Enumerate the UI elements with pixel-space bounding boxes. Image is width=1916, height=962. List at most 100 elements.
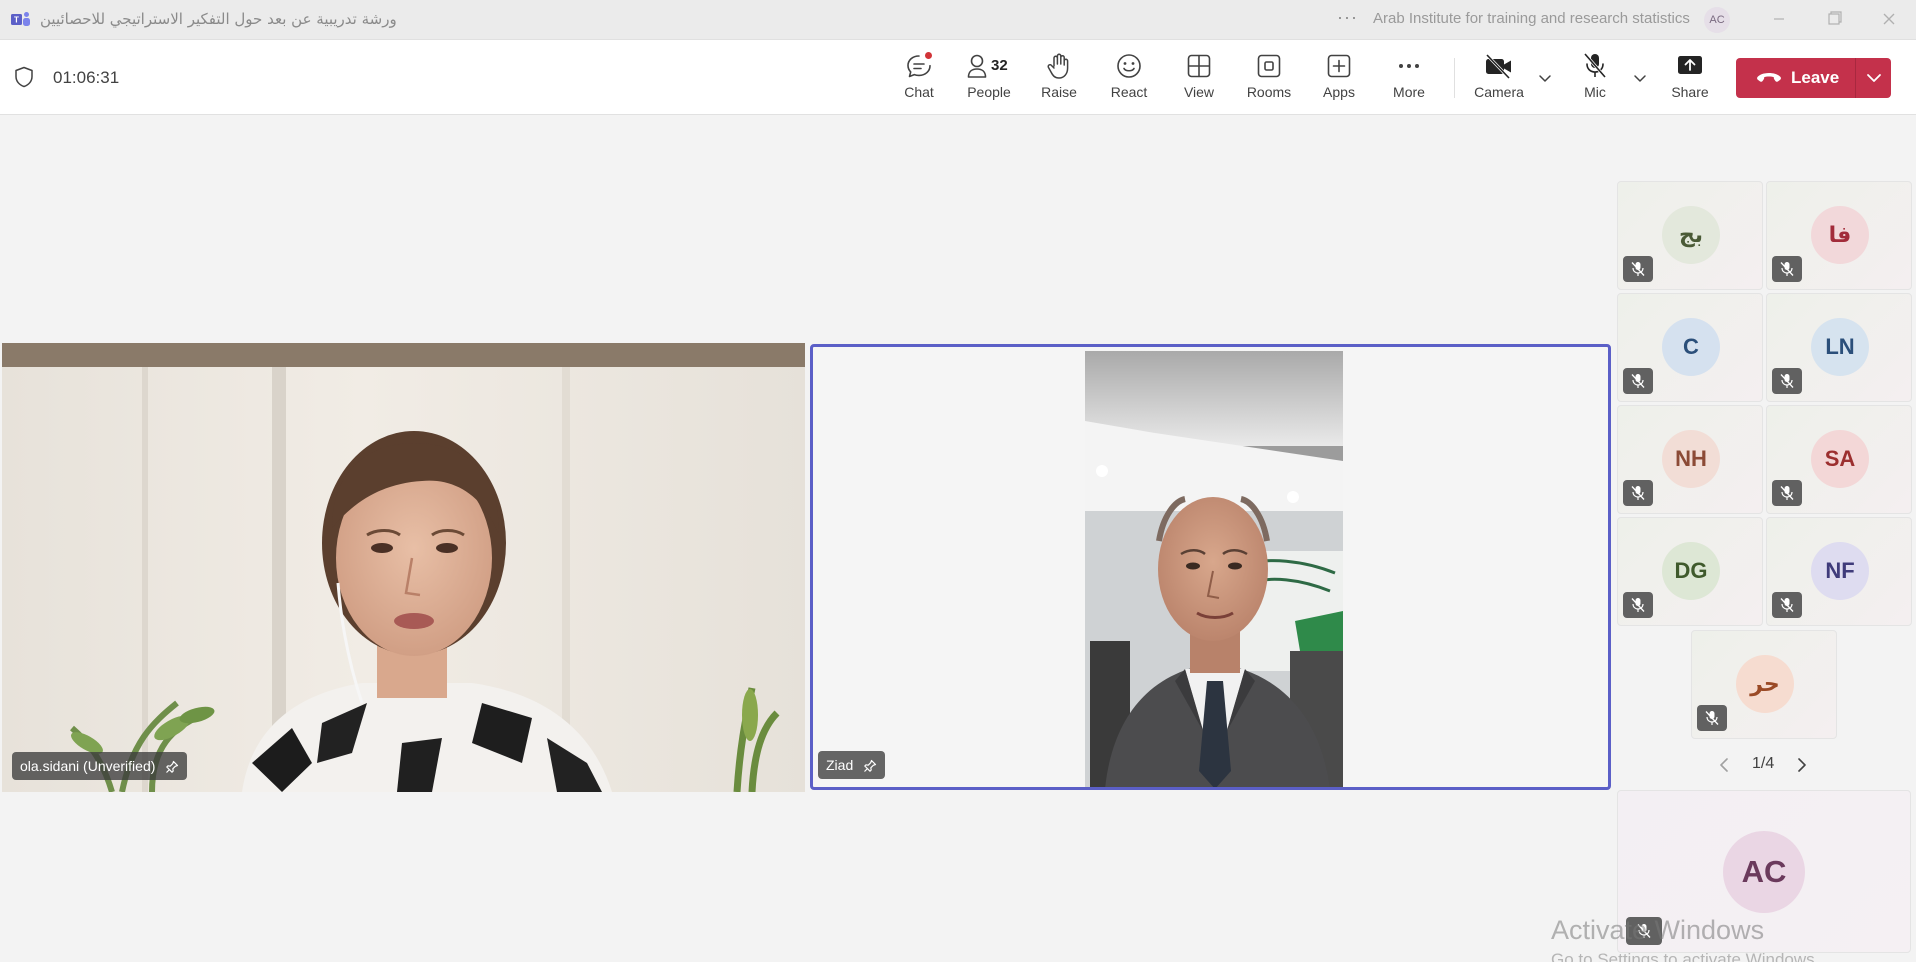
raise-hand-button[interactable]: Raise (1028, 52, 1090, 108)
people-button[interactable]: 32 People (958, 52, 1020, 108)
video-tile-ola[interactable]: ola.sidani (Unverified) (2, 343, 805, 792)
participant-tile[interactable]: NF (1766, 517, 1912, 626)
mic-button[interactable]: Mic (1564, 52, 1626, 108)
minimize-button[interactable] (1764, 6, 1794, 32)
raise-label: Raise (1041, 84, 1077, 100)
video-tile-ziad-active-speaker[interactable]: Ziad (810, 344, 1611, 790)
participant-avatar: DG (1662, 542, 1720, 600)
mic-off-icon (1583, 53, 1607, 78)
mic-off-icon (1780, 598, 1794, 612)
participant-tile[interactable]: NH (1617, 405, 1763, 514)
leave-label: Leave (1791, 68, 1840, 87)
toolbar-divider (1454, 58, 1455, 98)
apps-label: Apps (1323, 84, 1355, 100)
leave-call-button[interactable]: Leave (1736, 58, 1855, 98)
breakout-rooms-icon (1257, 54, 1281, 78)
participant-avatar: C (1662, 318, 1720, 376)
participant-tile[interactable]: بج (1617, 181, 1763, 290)
rooms-label: Rooms (1246, 84, 1292, 100)
chevron-down-icon (1867, 74, 1881, 82)
view-button[interactable]: View (1168, 52, 1230, 108)
next-page-chevron-icon[interactable] (1792, 756, 1810, 774)
leave-button[interactable]: Leave (1736, 58, 1891, 98)
share-label: Share (1671, 84, 1709, 100)
camera-label: Camera (1474, 84, 1524, 100)
page-indicator: 1/4 (1752, 755, 1775, 772)
participant-tile[interactable]: LN (1766, 293, 1912, 402)
participant-avatar: LN (1811, 318, 1869, 376)
people-count: 32 (991, 57, 1008, 74)
leave-options-button[interactable] (1856, 58, 1891, 98)
share-screen-icon (1678, 56, 1702, 74)
people-label: People (967, 84, 1011, 100)
participant-avatar: بج (1662, 206, 1720, 264)
teams-logo-icon: T (11, 12, 30, 26)
react-label: React (1110, 84, 1148, 100)
pin-icon[interactable] (863, 759, 877, 773)
participant-name: ola.sidani (Unverified) (20, 758, 156, 774)
muted-badge (1772, 592, 1802, 618)
rooms-button[interactable]: Rooms (1238, 52, 1300, 108)
user-avatar[interactable]: AC (1704, 7, 1730, 33)
muted-badge (1772, 480, 1802, 506)
close-window-button[interactable] (1874, 6, 1904, 32)
participant-tile[interactable]: C (1617, 293, 1763, 402)
maximize-icon (1828, 11, 1842, 25)
chat-button[interactable]: Chat (888, 51, 950, 108)
apps-button[interactable]: Apps (1308, 52, 1370, 108)
share-button[interactable]: Share (1659, 52, 1721, 108)
muted-badge (1697, 705, 1727, 731)
more-options-icon[interactable]: ··· (1337, 7, 1358, 28)
meeting-title: ورشة تدريبية عن بعد حول التفكير الاسترات… (40, 10, 397, 28)
chat-label: Chat (904, 84, 934, 100)
camera-button[interactable]: Camera (1468, 52, 1530, 108)
gallery-pager: 1/4 (1716, 753, 1811, 777)
activate-windows-subtext: Go to Settings to activate Windows. (1551, 950, 1820, 962)
mic-off-icon (1631, 374, 1645, 388)
participant-avatar: NF (1811, 542, 1869, 600)
mic-off-icon (1631, 598, 1645, 612)
mic-off-icon (1631, 262, 1645, 276)
participant-avatar: فا (1811, 206, 1869, 264)
muted-badge (1623, 368, 1653, 394)
participant-avatar: حر (1736, 655, 1794, 713)
meeting-toolbar: 01:06:31 Chat 32 People Raise React View… (0, 40, 1916, 115)
more-button[interactable]: More (1378, 52, 1440, 108)
participant-tile[interactable]: SA (1766, 405, 1912, 514)
participant-name: Ziad (826, 757, 854, 773)
mic-off-icon (1705, 711, 1719, 725)
mic-label: Mic (1584, 84, 1606, 100)
muted-badge (1772, 368, 1802, 394)
participant-tile[interactable]: حر (1691, 630, 1837, 739)
participant-tile[interactable]: فا (1766, 181, 1912, 290)
organization-name: Arab Institute for training and research… (1373, 10, 1690, 27)
muted-badge (1623, 256, 1653, 282)
previous-page-chevron-icon[interactable] (1716, 756, 1734, 774)
participant-tile[interactable]: DG (1617, 517, 1763, 626)
participant-name-tag: ola.sidani (Unverified) (12, 752, 188, 780)
participant-video-feed (2, 343, 805, 792)
view-label: View (1183, 84, 1215, 100)
smiley-icon (1117, 54, 1141, 78)
muted-badge (1623, 592, 1653, 618)
mic-options-chevron-icon[interactable] (1630, 68, 1650, 88)
maximize-button[interactable] (1819, 6, 1849, 32)
unread-badge (924, 51, 933, 60)
camera-off-icon (1485, 53, 1511, 80)
mic-off-icon (1631, 486, 1645, 500)
raise-hand-icon (1047, 53, 1069, 79)
participant-name-tag: Ziad (818, 751, 886, 779)
more-dots-icon (1399, 64, 1419, 68)
participant-avatar: NH (1662, 430, 1720, 488)
pin-icon[interactable] (165, 760, 179, 774)
participant-avatar: SA (1811, 430, 1869, 488)
hang-up-icon (1757, 73, 1781, 82)
close-icon (1883, 13, 1895, 25)
muted-badge (1623, 480, 1653, 506)
camera-options-chevron-icon[interactable] (1535, 68, 1555, 88)
shield-icon[interactable] (14, 66, 34, 88)
more-label: More (1393, 84, 1425, 100)
ziad-video-image (1085, 351, 1343, 787)
react-button[interactable]: React (1098, 52, 1160, 108)
meeting-timer: 01:06:31 (53, 68, 120, 87)
